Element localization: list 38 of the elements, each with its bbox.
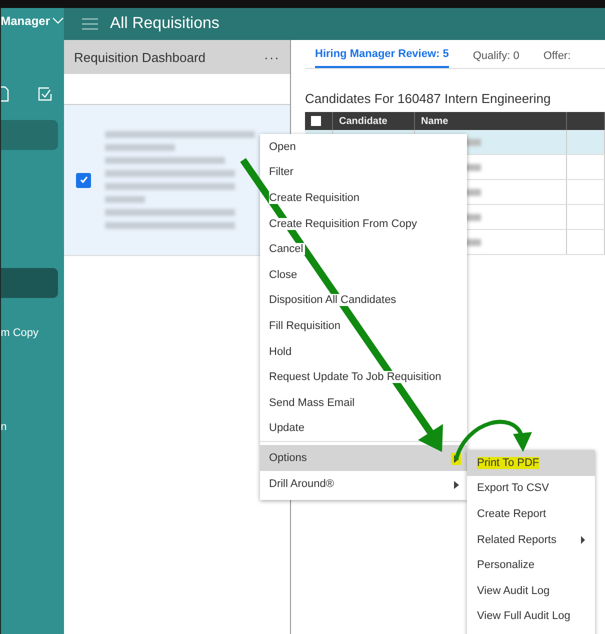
menu-item[interactable]: Fill Requisition <box>260 313 467 339</box>
menu-item[interactable]: View Full Audit Log <box>467 604 595 630</box>
tab[interactable]: Qualify: 0 <box>472 50 520 68</box>
more-button[interactable]: ··· <box>264 50 280 64</box>
menu-item[interactable]: Print To PDF <box>467 450 595 476</box>
page-title: All Requisitions <box>110 15 220 33</box>
menu-item[interactable]: Related Reports <box>467 526 595 552</box>
menu-item[interactable]: Open <box>260 134 467 160</box>
menu-item[interactable]: Export To CSV <box>467 476 595 502</box>
menu-item[interactable]: Create Requisition From Copy <box>260 210 467 236</box>
document-icon[interactable] <box>0 86 9 102</box>
checkmark-icon <box>78 175 88 185</box>
menu-item[interactable]: Disposition All Candidates <box>260 288 467 314</box>
menu-item[interactable]: Filter <box>260 160 467 186</box>
menu-item[interactable]: Close <box>260 262 467 288</box>
tab[interactable]: Hiring Manager Review: 5 <box>315 48 449 68</box>
menu-item[interactable]: Options <box>260 445 467 471</box>
chevron-down-icon[interactable] <box>52 17 64 25</box>
select-all-checkbox[interactable] <box>311 116 321 126</box>
menu-item[interactable]: Create Report <box>467 501 595 527</box>
sidebar-item[interactable]: m Copy <box>0 318 58 348</box>
panel-title: Requisition Dashboard <box>74 50 206 64</box>
sidebar-item[interactable]: n <box>0 412 58 442</box>
role-menu[interactable]: Manager <box>0 14 50 28</box>
menu-item[interactable]: Update <box>260 416 467 442</box>
menu-item[interactable]: View Audit Log <box>467 578 595 604</box>
checkbox-icon[interactable] <box>36 86 53 102</box>
section-title: Candidates For 160487 Intern Engineering <box>305 91 552 106</box>
tab[interactable]: Offer: <box>543 50 571 68</box>
menu-item[interactable]: Drill Around® <box>260 470 467 496</box>
menu-item[interactable]: Create Requisition <box>260 185 467 211</box>
menu-item[interactable]: Hold <box>260 338 467 364</box>
menu-item[interactable]: Cancel <box>260 236 467 262</box>
checkbox[interactable] <box>76 172 91 188</box>
menu-icon[interactable] <box>82 18 98 30</box>
menu-item[interactable]: Personalize <box>467 552 595 578</box>
menu-item[interactable]: Request Update To Job Requisition <box>260 364 467 390</box>
menu-item[interactable]: Send Mass Email <box>260 390 467 416</box>
